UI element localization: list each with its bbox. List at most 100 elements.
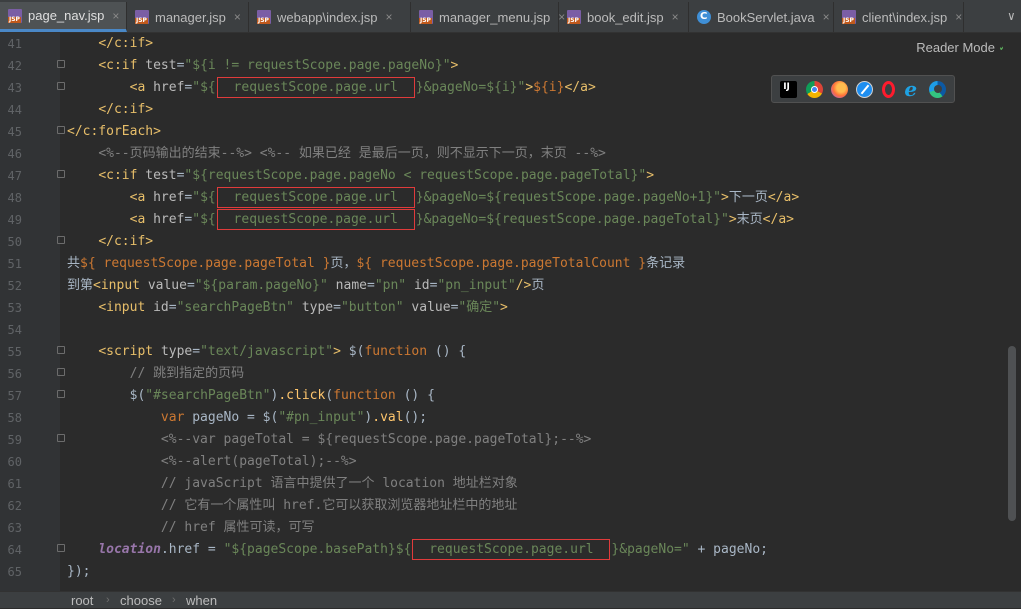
fold-marker-icon[interactable] xyxy=(57,60,65,68)
fold-marker-icon[interactable] xyxy=(57,346,65,354)
chevron-right-icon: › xyxy=(106,594,110,606)
line-number: 44 xyxy=(7,103,22,117)
tab-4[interactable]: manager_menu.jsp× xyxy=(411,2,565,32)
intellij-icon[interactable] xyxy=(780,80,798,98)
scrollbar-thumb[interactable] xyxy=(1008,346,1016,521)
code-text: <a href="${ requestScope.page.url }&page… xyxy=(67,187,799,209)
opera-icon[interactable] xyxy=(881,80,895,98)
line-number: 64 xyxy=(7,543,22,557)
code-text: 到第<input value="${param.pageNo}" name="p… xyxy=(67,278,545,293)
fold-marker-icon[interactable] xyxy=(57,368,65,376)
code-line[interactable]: 53 <input id="searchPageBtn" type="butto… xyxy=(0,297,1003,319)
fold-marker-icon[interactable] xyxy=(57,236,65,244)
code-line[interactable]: 60 <%--alert(pageTotal);--%> xyxy=(0,451,1003,473)
close-icon[interactable]: × xyxy=(385,10,392,24)
code-line[interactable]: 51 共${ requestScope.page.pageTotal }页，${ … xyxy=(0,253,1003,275)
breadcrumb-item[interactable]: choose xyxy=(120,592,162,609)
code-line[interactable]: 45 </c:forEach> xyxy=(0,121,1003,143)
tab-3[interactable]: webapp\index.jsp × xyxy=(249,2,411,32)
code-line[interactable]: 59 <%--var pageTotal = ${requestScope.pa… xyxy=(0,429,1003,451)
code-text: location.href = "${pageScope.basePath}${… xyxy=(67,539,768,561)
code-line[interactable]: 52 到第<input value="${param.pageNo}" name=… xyxy=(0,275,1003,297)
code-line[interactable]: 49 <a href="${ requestScope.page.url }&p… xyxy=(0,209,1003,231)
code-text: <c:if test="${i != requestScope.page.pag… xyxy=(98,58,459,73)
breadcrumb: root › choose › when xyxy=(0,591,1021,608)
reader-mode-button[interactable]: Reader Mode xyxy=(916,40,995,55)
jsp-file-icon xyxy=(419,10,433,24)
chevron-right-icon: › xyxy=(172,594,176,606)
close-icon[interactable]: × xyxy=(823,10,830,24)
code-line[interactable]: 47 <c:if test="${requestScope.page.pageN… xyxy=(0,165,1003,187)
line-number: 58 xyxy=(7,411,22,425)
code-line[interactable]: 48 <a href="${ requestScope.page.url }&p… xyxy=(0,187,1003,209)
close-icon[interactable]: × xyxy=(234,10,241,24)
code-text: <%--页码输出的结束--%> <%-- 如果已经 是最后一页，则不显示下一页，… xyxy=(98,146,606,161)
code-text: <c:if test="${requestScope.page.pageNo <… xyxy=(98,168,655,183)
code-line[interactable]: 54 xyxy=(0,319,1003,341)
line-number: 60 xyxy=(7,455,22,469)
code-text: </c:if> xyxy=(98,36,154,51)
ie-icon[interactable] xyxy=(903,77,920,101)
vertical-scrollbar[interactable] xyxy=(1003,33,1021,591)
line-number: 43 xyxy=(7,81,22,95)
chrome-icon[interactable] xyxy=(805,80,823,98)
tab-label: manager.jsp xyxy=(155,9,226,25)
tab-label: BookServlet.java xyxy=(717,9,815,25)
close-icon[interactable]: × xyxy=(955,10,962,24)
code-editor[interactable]: 41 </c:if> 42 <c:if test="${i != requestS… xyxy=(0,33,1003,591)
line-number: 47 xyxy=(7,169,22,183)
line-number: 55 xyxy=(7,345,22,359)
fold-marker-icon[interactable] xyxy=(57,544,65,552)
line-number: 48 xyxy=(7,191,22,205)
fold-marker-icon[interactable] xyxy=(57,390,65,398)
code-text: <a href="${ requestScope.page.url }&page… xyxy=(67,209,794,231)
code-line[interactable]: 57 $("#searchPageBtn").click(function ()… xyxy=(0,385,1003,407)
tab-7[interactable]: client\index.jsp × xyxy=(834,2,964,32)
line-number: 53 xyxy=(7,301,22,315)
tabs-dropdown-icon[interactable]: ∨ xyxy=(1008,9,1015,23)
tab-2[interactable]: manager.jsp × xyxy=(127,2,249,32)
line-number: 54 xyxy=(7,323,22,337)
breadcrumb-item[interactable]: root xyxy=(71,592,93,609)
code-text: $("#searchPageBtn").click(function () { xyxy=(67,388,435,403)
safari-icon[interactable] xyxy=(856,80,874,98)
jsp-file-icon xyxy=(567,10,581,24)
line-number: 62 xyxy=(7,499,22,513)
code-text: }); xyxy=(67,564,91,579)
tab-label: book_edit.jsp xyxy=(587,9,664,25)
edge-icon[interactable] xyxy=(928,80,946,98)
code-text: <a href="${ requestScope.page.url }&page… xyxy=(67,77,596,99)
tab-label: client\index.jsp xyxy=(862,9,948,25)
code-line[interactable]: 61 // javaScript 语言中提供了一个 location 地址栏对象 xyxy=(0,473,1003,495)
firefox-icon[interactable] xyxy=(831,80,849,98)
code-line[interactable]: 50 </c:if> xyxy=(0,231,1003,253)
code-text: // href 属性可读，可写 xyxy=(160,520,315,535)
fold-marker-icon[interactable] xyxy=(57,82,65,90)
close-icon[interactable]: × xyxy=(112,9,119,23)
tab-1[interactable]: page_nav.jsp × xyxy=(0,2,127,32)
jsp-file-icon xyxy=(842,10,856,24)
tab-5[interactable]: book_edit.jsp × xyxy=(559,2,689,32)
code-line[interactable]: 62 // 它有一个属性叫 href.它可以获取浏览器地址栏中的地址 xyxy=(0,495,1003,517)
code-line[interactable]: 41 </c:if> xyxy=(0,33,1003,55)
code-line[interactable]: 65}); xyxy=(0,561,1003,583)
line-number: 49 xyxy=(7,213,22,227)
fold-marker-icon[interactable] xyxy=(57,126,65,134)
tab-6[interactable]: BookServlet.java × xyxy=(689,2,834,32)
fold-marker-icon[interactable] xyxy=(57,434,65,442)
close-icon[interactable]: × xyxy=(672,10,679,24)
code-line[interactable]: 55 <script type="text/javascript"> $(fun… xyxy=(0,341,1003,363)
line-number: 63 xyxy=(7,521,22,535)
breadcrumb-item[interactable]: when xyxy=(186,592,217,609)
code-line[interactable]: 46 <%--页码输出的结束--%> <%-- 如果已经 是最后一页，则不显示下… xyxy=(0,143,1003,165)
code-line[interactable]: 56 // 跳到指定的页码 xyxy=(0,363,1003,385)
fold-marker-icon[interactable] xyxy=(57,170,65,178)
tab-tools: ∨ xyxy=(1001,0,1021,32)
code-line[interactable]: 42 <c:if test="${i != requestScope.page.… xyxy=(0,55,1003,77)
code-line[interactable]: 58 var pageNo = $("#pn_input").val(); xyxy=(0,407,1003,429)
tab-label: page_nav.jsp xyxy=(28,8,105,23)
editor-tab-bar: page_nav.jsp×manager.jsp×webapp\index.js… xyxy=(0,0,1021,33)
line-number: 65 xyxy=(7,565,22,579)
code-line[interactable]: 64 location.href = "${pageScope.basePath… xyxy=(0,539,1003,561)
code-line[interactable]: 63 // href 属性可读，可写 xyxy=(0,517,1003,539)
